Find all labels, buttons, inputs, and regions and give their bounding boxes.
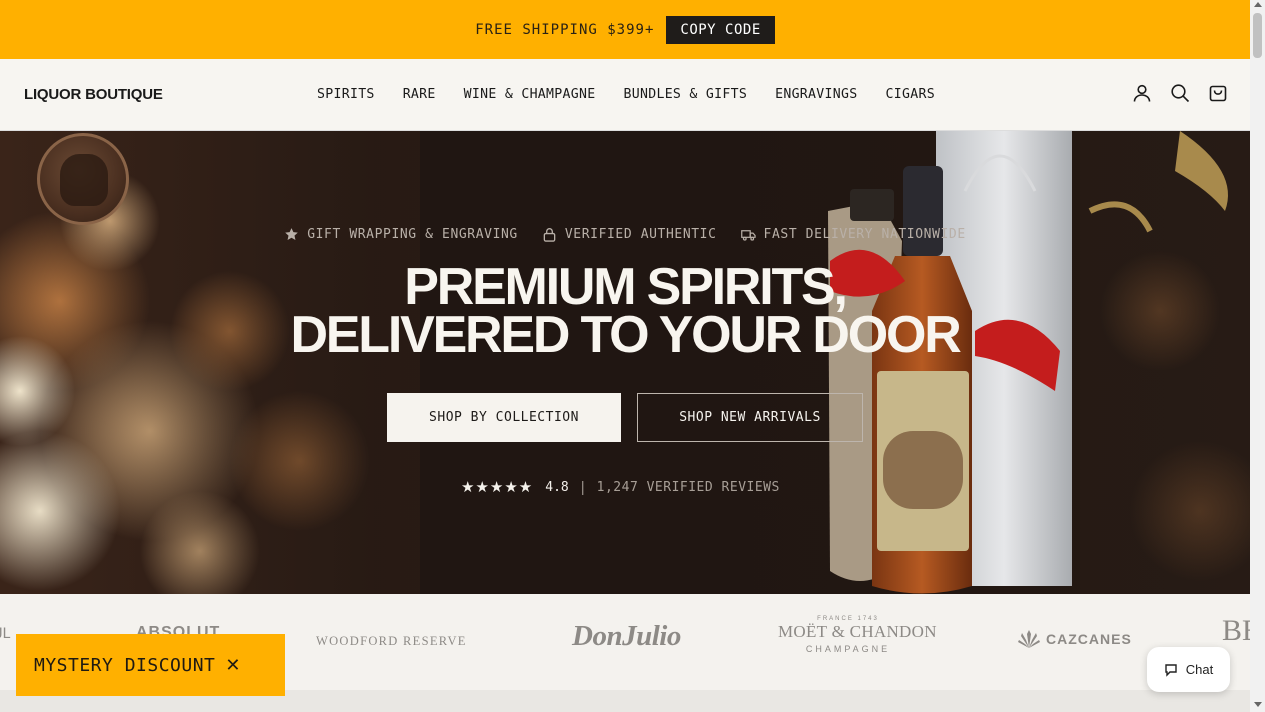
- brand-logo-partial-right[interactable]: BE: [1222, 614, 1250, 648]
- hero-features: GIFT WRAPPING & ENGRAVING VERIFIED AUTHE…: [0, 227, 1250, 242]
- nav-item-spirits[interactable]: SPIRITS: [317, 87, 375, 102]
- rating-separator: |: [580, 478, 585, 496]
- agave-icon: [1018, 630, 1040, 648]
- mystery-discount-label: MYSTERY DISCOUNT: [34, 654, 216, 676]
- site-logo[interactable]: LIQUOR BOUTIQUE: [24, 86, 163, 103]
- copy-code-button[interactable]: COPY CODE: [666, 15, 775, 44]
- cart-icon[interactable]: [1208, 83, 1228, 103]
- main-nav: SPIRITS RARE WINE & CHAMPAGNE BUNDLES & …: [317, 87, 935, 102]
- site-header: LIQUOR BOUTIQUE SPIRITS RARE WINE & CHAM…: [0, 59, 1250, 131]
- header-icons: [1132, 83, 1228, 103]
- announcement-bar: FREE SHIPPING $399+ COPY CODE: [0, 0, 1250, 59]
- brand-logo-partial-left[interactable]: UL: [0, 626, 11, 642]
- rating-stars: ★★★★★: [461, 479, 534, 496]
- moet-main-text: MOËT & CHANDON: [778, 622, 937, 641]
- brand-logo-woodford-reserve[interactable]: WOODFORD RESERVE: [316, 634, 467, 649]
- mystery-discount-button[interactable]: MYSTERY DISCOUNT ✕: [16, 634, 285, 696]
- hero-cta-row: SHOP BY COLLECTION SHOP NEW ARRIVALS: [387, 393, 863, 442]
- truck-icon: [740, 230, 756, 241]
- brand-logo-don-julio[interactable]: DonJulio: [572, 620, 681, 653]
- hero-headline: PREMIUM SPIRITS, DELIVERED TO YOUR DOOR: [0, 258, 1250, 364]
- shop-new-arrivals-button[interactable]: SHOP NEW ARRIVALS: [637, 393, 863, 442]
- page-scrollbar[interactable]: [1250, 0, 1265, 712]
- scroll-up-arrow-icon[interactable]: [1254, 2, 1262, 7]
- feature-fast-delivery: FAST DELIVERY NATIONWIDE: [740, 227, 966, 242]
- search-icon[interactable]: [1170, 83, 1190, 103]
- lock-icon: [543, 228, 556, 242]
- feature-gift-wrapping: GIFT WRAPPING & ENGRAVING: [284, 227, 518, 242]
- shop-by-collection-button[interactable]: SHOP BY COLLECTION: [387, 393, 621, 442]
- brand-logo-cazcanes[interactable]: CAZCANES: [1018, 630, 1132, 648]
- feature-label: GIFT WRAPPING & ENGRAVING: [307, 227, 518, 242]
- rating-score: 4.8: [545, 479, 569, 495]
- chat-button[interactable]: Chat: [1147, 647, 1230, 692]
- barrel-badge-image: [37, 133, 129, 225]
- rating-summary: ★★★★★ 4.8 | 1,247 VERIFIED REVIEWS: [461, 478, 780, 497]
- nav-item-engravings[interactable]: ENGRAVINGS: [775, 87, 857, 102]
- announcement-text: FREE SHIPPING $399+: [475, 21, 655, 38]
- brand-logo-moet-chandon[interactable]: FRANCE 1743 MOËT & CHANDON CHAMPAGNE: [778, 616, 937, 654]
- nav-item-bundles-gifts[interactable]: BUNDLES & GIFTS: [624, 87, 748, 102]
- hero-banner: GIFT WRAPPING & ENGRAVING VERIFIED AUTHE…: [0, 131, 1250, 594]
- account-icon[interactable]: [1132, 83, 1152, 103]
- close-icon[interactable]: ✕: [225, 655, 240, 676]
- scroll-thumb[interactable]: [1253, 13, 1262, 58]
- nav-item-rare[interactable]: RARE: [403, 87, 436, 102]
- headline-line-2: DELIVERED TO YOUR DOOR: [290, 306, 961, 364]
- chat-label: Chat: [1185, 662, 1214, 677]
- nav-item-cigars[interactable]: CIGARS: [886, 87, 935, 102]
- barrel-badge-portrait: [60, 154, 108, 206]
- chat-bubble-icon: [1165, 663, 1177, 677]
- headline-line-1: PREMIUM SPIRITS,: [404, 258, 848, 316]
- rating-reviews-count[interactable]: 1,247 VERIFIED REVIEWS: [597, 480, 780, 495]
- feature-label: FAST DELIVERY NATIONWIDE: [763, 227, 966, 242]
- star-icon: [285, 228, 298, 240]
- nav-item-wine-champagne[interactable]: WINE & CHAMPAGNE: [464, 87, 596, 102]
- feature-label: VERIFIED AUTHENTIC: [564, 227, 717, 242]
- cazcanes-text: CAZCANES: [1046, 631, 1132, 647]
- moet-sub-text: CHAMPAGNE: [805, 644, 891, 654]
- feature-verified: VERIFIED AUTHENTIC: [542, 227, 717, 242]
- scroll-down-arrow-icon[interactable]: [1254, 702, 1262, 707]
